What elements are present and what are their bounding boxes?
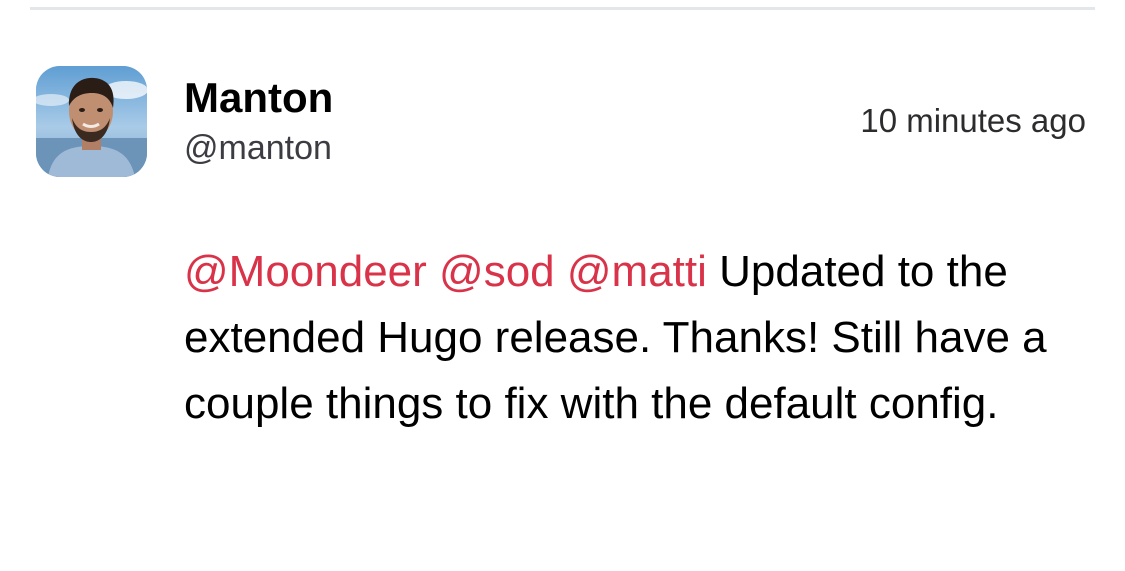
mention-link[interactable]: @Moondeer (184, 247, 427, 296)
timestamp[interactable]: 10 minutes ago (860, 101, 1086, 141)
author-name[interactable]: Manton (184, 74, 333, 122)
author-handle[interactable]: @manton (184, 128, 332, 168)
avatar[interactable] (36, 66, 147, 177)
avatar-photo-icon (36, 66, 147, 177)
mention-link[interactable]: @matti (567, 247, 707, 296)
post-item: Manton @manton 10 minutes ago @Moondeer … (0, 0, 1125, 571)
post-body: @Moondeer @sod @matti Updated to the ext… (184, 239, 1084, 437)
mention-link[interactable]: @sod (439, 247, 555, 296)
